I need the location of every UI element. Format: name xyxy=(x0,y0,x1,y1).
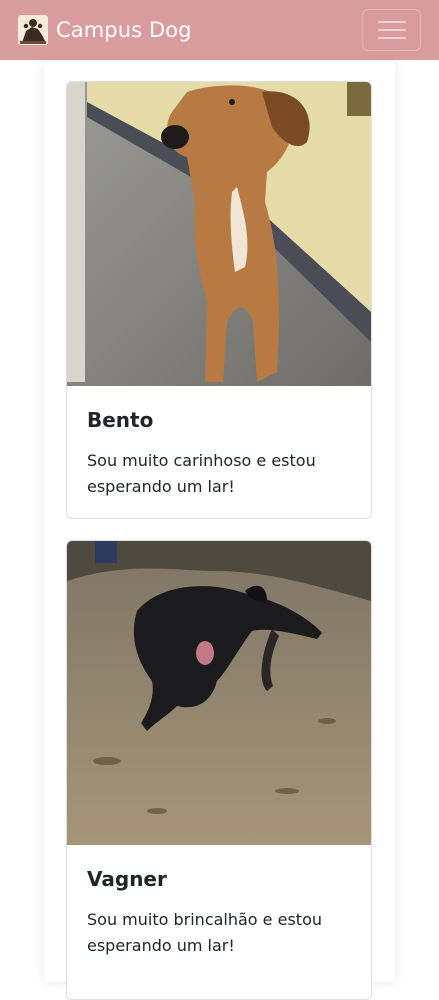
navbar: Campus Dog xyxy=(0,0,439,60)
dog-list-container: Bento Sou muito carinhoso e estou espera… xyxy=(44,62,395,1000)
card-body: Vagner Sou muito brincalhão e estou espe… xyxy=(67,845,371,979)
dog-photo-vagner[interactable] xyxy=(67,541,371,845)
paw-logo-icon xyxy=(18,15,48,45)
brand-name: Campus Dog xyxy=(56,18,192,42)
dog-description: Sou muito brincalhão e estou esperando u… xyxy=(87,910,322,955)
dog-name: Bento xyxy=(87,408,154,432)
dog-photo-bento[interactable] xyxy=(67,82,371,386)
hamburger-menu-icon xyxy=(377,21,406,39)
dog-card-vagner[interactable]: Vagner Sou muito brincalhão e estou espe… xyxy=(66,540,372,1000)
dog-name: Vagner xyxy=(87,867,167,891)
card-body: Bento Sou muito carinhoso e estou espera… xyxy=(67,386,371,518)
dog-description: Sou muito carinhoso e estou esperando um… xyxy=(87,451,316,496)
brand-link[interactable]: Campus Dog xyxy=(16,12,192,48)
menu-toggle-button[interactable] xyxy=(362,9,421,51)
dog-card-bento[interactable]: Bento Sou muito carinhoso e estou espera… xyxy=(66,81,372,519)
